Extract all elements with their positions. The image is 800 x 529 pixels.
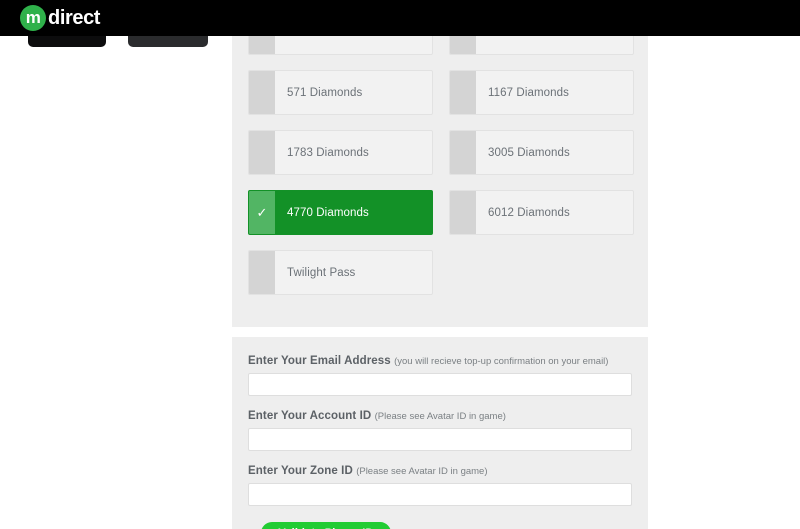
account-id-field-group: Enter Your Account ID (Please see Avatar… xyxy=(248,410,632,451)
account-id-label-text: Enter Your Account ID xyxy=(248,410,372,422)
package-tile-6012-diamonds[interactable]: 6012 Diamonds xyxy=(449,190,634,235)
package-thumb-icon xyxy=(450,71,476,114)
package-grid: 56 Diamonds 278 Diamonds 571 Diamonds 11… xyxy=(248,10,634,295)
brand-logo[interactable]: m direct xyxy=(20,5,100,31)
package-tile-571-diamonds[interactable]: 571 Diamonds xyxy=(248,70,433,115)
package-label: 3005 Diamonds xyxy=(488,146,570,159)
panel-divider xyxy=(232,327,648,337)
package-label: 4770 Diamonds xyxy=(287,206,369,219)
package-label: Twilight Pass xyxy=(287,266,356,279)
package-thumb-icon xyxy=(249,251,275,294)
zone-id-label-hint: (Please see Avatar ID in game) xyxy=(356,466,488,477)
validate-player-id-button[interactable]: Validate Player ID xyxy=(261,522,391,529)
package-label: 6012 Diamonds xyxy=(488,206,570,219)
account-id-field-label: Enter Your Account ID (Please see Avatar… xyxy=(248,410,632,422)
package-tile-1167-diamonds[interactable]: 1167 Diamonds xyxy=(449,70,634,115)
zone-id-label-text: Enter Your Zone ID xyxy=(248,465,353,477)
packages-panel: 56 Diamonds 278 Diamonds 571 Diamonds 11… xyxy=(232,0,648,327)
package-label: 571 Diamonds xyxy=(287,86,363,99)
zone-id-field-label: Enter Your Zone ID (Please see Avatar ID… xyxy=(248,465,632,477)
package-label: 1783 Diamonds xyxy=(287,146,369,159)
check-icon: ✓ xyxy=(249,191,275,234)
account-id-label-hint: (Please see Avatar ID in game) xyxy=(374,411,506,422)
player-details-form: Enter Your Email Address (you will recie… xyxy=(232,337,648,529)
account-id-input[interactable] xyxy=(248,428,632,451)
package-tile-twilight-pass[interactable]: Twilight Pass xyxy=(248,250,433,295)
site-header: m direct xyxy=(0,0,800,36)
email-label-hint: (you will recieve top-up confirmation on… xyxy=(394,356,609,367)
email-field-label: Enter Your Email Address (you will recie… xyxy=(248,355,632,367)
package-thumb-icon xyxy=(450,131,476,174)
package-label: 1167 Diamonds xyxy=(488,86,569,99)
email-field-group: Enter Your Email Address (you will recie… xyxy=(248,355,632,396)
zone-id-field-group: Enter Your Zone ID (Please see Avatar ID… xyxy=(248,465,632,506)
brand-wordmark: direct xyxy=(48,6,101,29)
package-thumb-icon xyxy=(450,191,476,234)
package-tile-4770-diamonds[interactable]: ✓ 4770 Diamonds xyxy=(248,190,433,235)
email-label-text: Enter Your Email Address xyxy=(248,355,391,367)
package-thumb-icon xyxy=(249,71,275,114)
package-tile-1783-diamonds[interactable]: 1783 Diamonds xyxy=(248,130,433,175)
email-input[interactable] xyxy=(248,373,632,396)
brand-mark-icon: m xyxy=(20,5,46,31)
content-column: 56 Diamonds 278 Diamonds 571 Diamonds 11… xyxy=(232,0,648,529)
package-tile-3005-diamonds[interactable]: 3005 Diamonds xyxy=(449,130,634,175)
zone-id-input[interactable] xyxy=(248,483,632,506)
package-thumb-icon xyxy=(249,131,275,174)
